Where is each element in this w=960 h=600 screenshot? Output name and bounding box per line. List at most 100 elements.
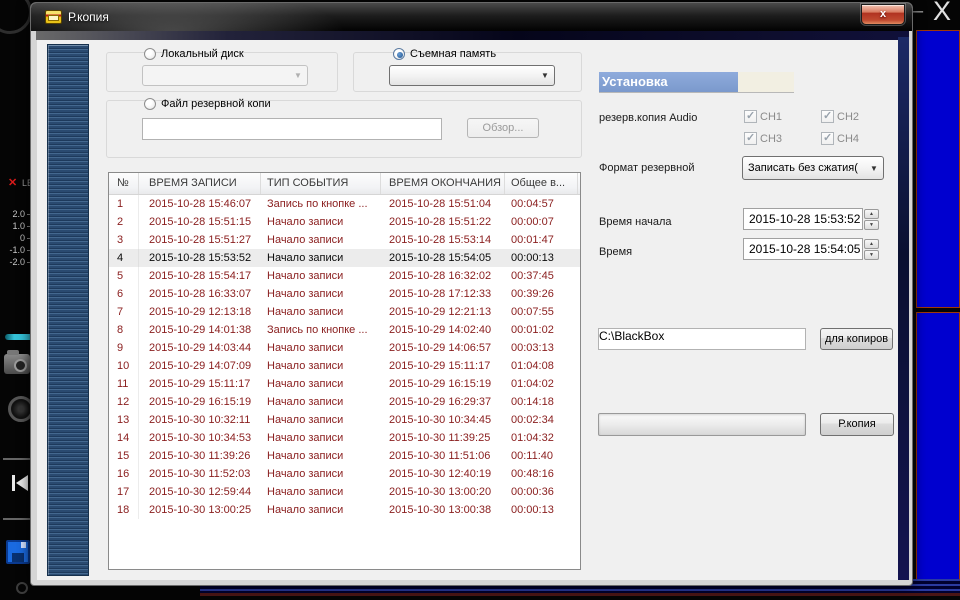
chevron-down-icon: ▼: [537, 67, 553, 84]
header-cell[interactable]: ВРЕМЯ ЗАПИСИ: [139, 173, 261, 194]
table-row[interactable]: 62015-10-28 16:33:07Начало записи2015-10…: [109, 285, 580, 303]
dialog-client-area: Локальный диск ▼ Съемная память ▼ Файл р…: [37, 40, 898, 580]
table-cell: 8: [109, 321, 139, 339]
table-cell: Начало записи: [261, 357, 381, 375]
copy-dest-button[interactable]: для копиров: [820, 328, 893, 350]
backup-button[interactable]: Р.копия: [820, 413, 894, 436]
header-cell[interactable]: №: [109, 173, 139, 194]
channel-label: CH4: [837, 133, 859, 145]
settings-header-fill: [738, 72, 794, 92]
table-row[interactable]: 132015-10-30 10:32:11Начало записи2015-1…: [109, 411, 580, 429]
app-minimize-button[interactable]: –: [912, 0, 923, 23]
table-cell: 00:37:45: [505, 267, 578, 285]
table-cell: 2015-10-29 15:11:17: [381, 357, 505, 375]
table-cell: 00:39:26: [505, 285, 578, 303]
removable-select[interactable]: ▼: [389, 65, 555, 86]
table-cell: 2015-10-30 11:51:06: [381, 447, 505, 465]
table-cell: 2015-10-30 13:00:20: [381, 483, 505, 501]
camera-icon[interactable]: [4, 354, 30, 374]
header-cell[interactable]: ВРЕМЯ ОКОНЧАНИЯ: [381, 173, 505, 194]
spin-up-button[interactable]: ▲: [864, 209, 879, 219]
table-cell: Начало записи: [261, 213, 381, 231]
table-row[interactable]: 12015-10-28 15:46:07Запись по кнопке ...…: [109, 195, 580, 213]
table-row[interactable]: 92015-10-29 14:03:44Начало записи2015-10…: [109, 339, 580, 357]
table-row[interactable]: 82015-10-29 14:01:38Запись по кнопке ...…: [109, 321, 580, 339]
settings-title: Установка: [599, 72, 738, 92]
table-row[interactable]: 32015-10-28 15:51:27Начало записи2015-10…: [109, 231, 580, 249]
backup-app-icon: [45, 10, 62, 24]
table-header: №ВРЕМЯ ЗАПИСИТИП СОБЫТИЯВРЕМЯ ОКОНЧАНИЯО…: [109, 173, 580, 195]
table-row[interactable]: 172015-10-30 12:59:44Начало записи2015-1…: [109, 483, 580, 501]
table-cell: 01:04:02: [505, 375, 578, 393]
video-panel-1[interactable]: [916, 30, 960, 308]
scale-tick: 2.0: [2, 208, 32, 220]
spin-down-button[interactable]: ▼: [864, 250, 879, 260]
table-row[interactable]: 42015-10-28 15:53:52Начало записи2015-10…: [109, 249, 580, 267]
scale-tick: -2.0: [2, 256, 32, 268]
table-cell: 6: [109, 285, 139, 303]
table-row[interactable]: 122015-10-29 16:15:19Начало записи2015-1…: [109, 393, 580, 411]
spin-up-button[interactable]: ▲: [864, 239, 879, 249]
table-cell: 2015-10-28 15:51:27: [139, 231, 261, 249]
removable-radio[interactable]: [393, 48, 405, 60]
table-cell: 2015-10-28 15:46:07: [139, 195, 261, 213]
table-row[interactable]: 152015-10-30 11:39:26Начало записи2015-1…: [109, 447, 580, 465]
table-cell: 2015-10-29 16:29:37: [381, 393, 505, 411]
format-select[interactable]: Записать без сжатия( ▼: [742, 156, 884, 180]
table-cell: 2015-10-28 15:53:14: [381, 231, 505, 249]
channel-checkbox[interactable]: CH4: [821, 132, 859, 145]
backup-dialog: Р.копия x Локальный диск ▼ Съемная памят…: [30, 2, 913, 586]
table-cell: 2015-10-29 14:01:38: [139, 321, 261, 339]
local-disk-label: Локальный диск: [161, 48, 244, 60]
table-cell: 2015-10-28 16:33:07: [139, 285, 261, 303]
table-row[interactable]: 182015-10-30 13:00:25Начало записи2015-1…: [109, 501, 580, 519]
table-cell: 11: [109, 375, 139, 393]
video-panel-2[interactable]: [916, 312, 960, 590]
dest-path-input[interactable]: C:\BlackBox: [598, 328, 806, 350]
table-cell: 2015-10-29 14:03:44: [139, 339, 261, 357]
table-row[interactable]: 72015-10-29 12:13:18Начало записи2015-10…: [109, 303, 580, 321]
table-row[interactable]: 52015-10-28 15:54:17Начало записи2015-10…: [109, 267, 580, 285]
header-cell[interactable]: Общее в...: [505, 173, 578, 194]
background-dial-icon: [0, 0, 32, 34]
table-cell: 5: [109, 267, 139, 285]
channel-checkbox[interactable]: CH2: [821, 110, 859, 123]
floppy-save-icon[interactable]: [6, 540, 30, 564]
table-row[interactable]: 102015-10-29 14:07:09Начало записи2015-1…: [109, 357, 580, 375]
header-cell[interactable]: ТИП СОБЫТИЯ: [261, 173, 381, 194]
chevron-down-icon: ▼: [290, 67, 306, 84]
table-cell: 2015-10-28 15:54:05: [381, 249, 505, 267]
checkbox-check-icon: [744, 132, 757, 145]
table-cell: 2015-10-30 11:39:25: [381, 429, 505, 447]
backup-file-input[interactable]: [142, 118, 442, 140]
end-time-input[interactable]: 2015-10-28 15:54:05 ▲ ▼: [743, 238, 863, 260]
local-disk-radio[interactable]: [144, 48, 156, 60]
table-row[interactable]: 22015-10-28 15:51:15Начало записи2015-10…: [109, 213, 580, 231]
table-cell: Начало записи: [261, 393, 381, 411]
table-cell: 01:04:32: [505, 429, 578, 447]
start-time-input[interactable]: 2015-10-28 15:53:52 ▲ ▼: [743, 208, 863, 230]
spin-down-button[interactable]: ▼: [864, 220, 879, 230]
backup-file-radio[interactable]: [144, 98, 156, 110]
table-cell: 2015-10-28 15:51:04: [381, 195, 505, 213]
skip-start-icon[interactable]: [12, 475, 28, 491]
local-disk-select[interactable]: ▼: [142, 65, 308, 86]
table-cell: Начало записи: [261, 447, 381, 465]
table-cell: 10: [109, 357, 139, 375]
gsensor-scale: 2.01.00-1.0-2.0: [2, 208, 32, 268]
browse-button[interactable]: Обзор...: [467, 118, 539, 138]
channel-checkbox[interactable]: CH1: [744, 110, 782, 123]
table-cell: Начало записи: [261, 231, 381, 249]
format-label: Формат резервной: [599, 162, 694, 174]
channel-checkbox[interactable]: CH3: [744, 132, 782, 145]
table-row[interactable]: 112015-10-29 15:11:17Начало записи2015-1…: [109, 375, 580, 393]
divider: [3, 458, 33, 460]
dialog-close-button[interactable]: x: [861, 4, 905, 25]
table-row[interactable]: 162015-10-30 11:52:03Начало записи2015-1…: [109, 465, 580, 483]
app-close-button[interactable]: X: [933, 0, 951, 27]
progress-bar: [598, 413, 806, 436]
table-row[interactable]: 142015-10-30 10:34:53Начало записи2015-1…: [109, 429, 580, 447]
table-cell: 2015-10-30 10:34:53: [139, 429, 261, 447]
dialog-titlebar[interactable]: Р.копия: [31, 3, 912, 31]
table-cell: 00:03:13: [505, 339, 578, 357]
